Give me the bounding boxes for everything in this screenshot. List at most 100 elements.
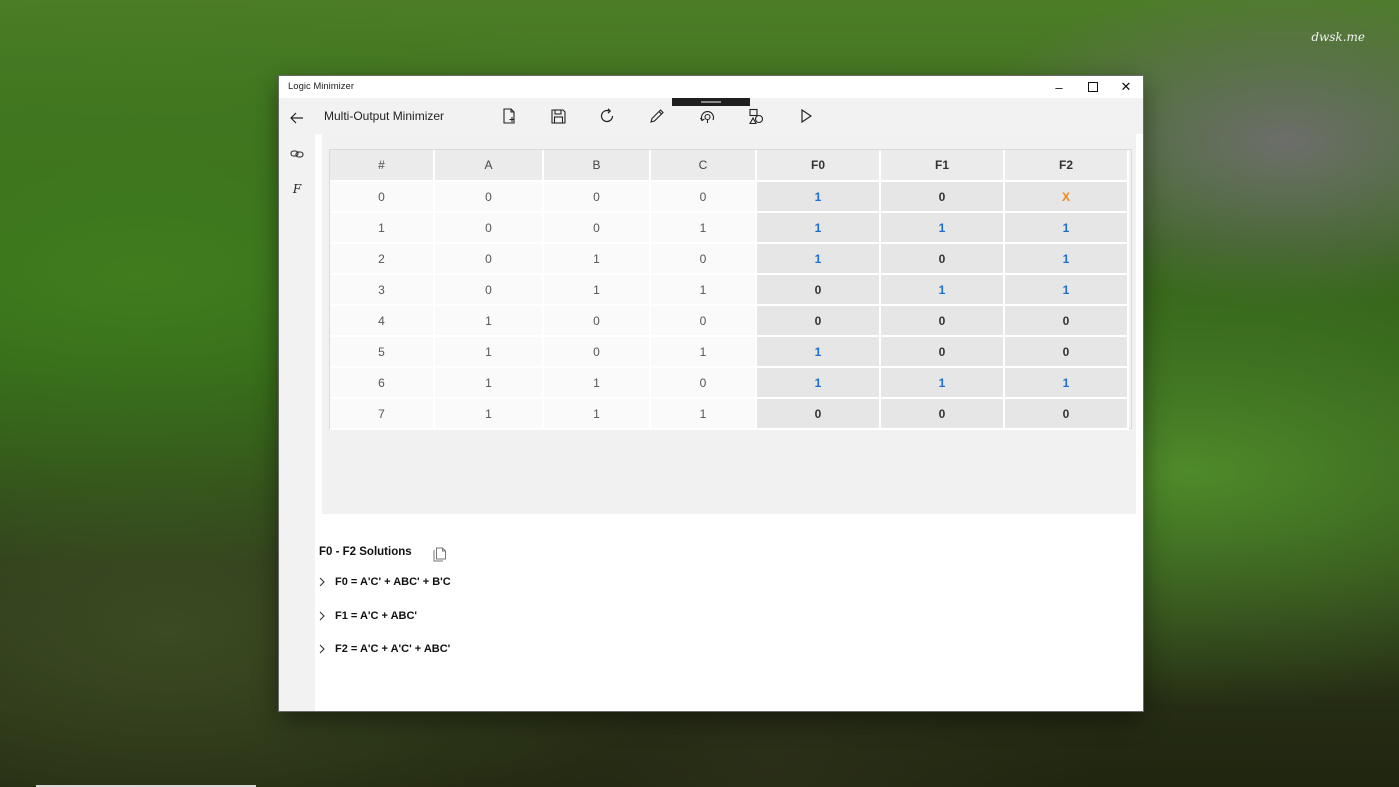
new-file-button[interactable] [493, 102, 525, 130]
row-index-cell: 6 [330, 367, 435, 399]
output-cell[interactable]: 0 [880, 398, 1005, 430]
input-cell: 0 [434, 181, 544, 213]
col-header-f2: F2 [1004, 150, 1129, 182]
output-cell[interactable]: 0 [1004, 336, 1129, 368]
row-index-cell: 2 [330, 243, 435, 275]
run-button[interactable] [790, 102, 822, 130]
input-cell: 0 [434, 243, 544, 275]
table-row: 7 1 1 1 0 0 0 [330, 398, 1129, 430]
input-cell: 1 [543, 367, 651, 399]
output-cell[interactable]: 1 [880, 274, 1005, 306]
row-index-cell: 0 [330, 181, 435, 213]
copy-solutions-button[interactable] [429, 544, 451, 564]
play-icon [801, 109, 812, 123]
output-cell[interactable]: 1 [756, 336, 881, 368]
maximize-button[interactable] [1076, 76, 1110, 98]
input-cell: 0 [434, 274, 544, 306]
input-cell: 1 [650, 336, 757, 368]
link-icon [290, 150, 304, 158]
input-cell: 1 [650, 398, 757, 430]
output-cell[interactable]: 0 [1004, 398, 1129, 430]
toolbar: Multi-Output Minimizer [315, 98, 1143, 134]
output-cell[interactable]: 0 [1004, 305, 1129, 337]
solution-item-f2[interactable]: F2 = A'C + A'C' + ABC' [317, 638, 450, 660]
input-cell: 1 [434, 367, 544, 399]
app-window: Logic Minimizer – ✕ F Multi-Output Minim… [279, 76, 1143, 711]
solutions-header: F0 - F2 Solutions [319, 546, 412, 558]
input-cell: 0 [543, 212, 651, 244]
chevron-right-icon [317, 611, 327, 621]
save-icon [550, 108, 566, 124]
input-cell: 1 [434, 305, 544, 337]
input-cell: 1 [434, 336, 544, 368]
refresh-icon [600, 108, 614, 123]
solution-item-f0[interactable]: F0 = A'C' + ABC' + B'C [317, 571, 451, 593]
random-button[interactable] [691, 102, 723, 130]
shapes-icon [748, 108, 763, 124]
output-cell[interactable]: 0 [756, 274, 881, 306]
function-icon: F [292, 182, 302, 196]
table-row: 2 0 1 0 1 0 1 [330, 243, 1129, 275]
solution-expression: F0 = A'C' + ABC' + B'C [335, 576, 451, 588]
chevron-right-icon [317, 577, 327, 587]
save-button[interactable] [542, 102, 574, 130]
output-cell[interactable]: 0 [880, 336, 1005, 368]
output-cell[interactable]: 1 [1004, 212, 1129, 244]
pencil-icon [650, 109, 664, 123]
edit-button[interactable] [641, 102, 673, 130]
back-button[interactable] [279, 101, 315, 135]
back-arrow-icon [290, 112, 303, 124]
input-cell: 1 [543, 243, 651, 275]
input-cell: 1 [543, 398, 651, 430]
col-header-c: C [650, 150, 757, 182]
table-row: 5 1 0 1 1 0 0 [330, 336, 1129, 368]
left-nav-rail: F [279, 98, 315, 711]
output-cell[interactable]: 0 [756, 305, 881, 337]
mode-title: Multi-Output Minimizer [324, 109, 445, 123]
table-row: 4 1 0 0 0 0 0 [330, 305, 1129, 337]
solution-item-f1[interactable]: F1 = A'C + ABC' [317, 605, 417, 627]
output-cell[interactable]: 0 [880, 243, 1005, 275]
output-cell[interactable]: 1 [1004, 274, 1129, 306]
table-row: 1 0 0 1 1 1 1 [330, 212, 1129, 244]
row-index-cell: 3 [330, 274, 435, 306]
col-header-f0: F0 [756, 150, 881, 182]
output-cell[interactable]: 1 [880, 367, 1005, 399]
solution-expression: F1 = A'C + ABC' [335, 610, 418, 622]
output-cell[interactable]: 1 [756, 212, 881, 244]
output-cell[interactable]: 0 [756, 398, 881, 430]
copy-icon [433, 547, 446, 561]
refresh-button[interactable] [591, 102, 623, 130]
table-row: 0 0 0 0 1 0 X [330, 181, 1129, 213]
solution-expression: F2 = A'C + A'C' + ABC' [335, 643, 451, 655]
input-cell: 0 [650, 367, 757, 399]
convert-button[interactable] [740, 102, 772, 130]
input-cell: 0 [650, 243, 757, 275]
row-index-cell: 4 [330, 305, 435, 337]
table-row: 3 0 1 1 0 1 1 [330, 274, 1129, 306]
link-nav-button[interactable] [279, 137, 315, 171]
output-cell[interactable]: 1 [1004, 243, 1129, 275]
output-cell[interactable]: 1 [756, 367, 881, 399]
output-cell[interactable]: 0 [880, 305, 1005, 337]
output-cell[interactable]: 1 [756, 243, 881, 275]
row-index-cell: 1 [330, 212, 435, 244]
function-nav-button[interactable]: F [279, 172, 315, 206]
row-index-cell: 5 [330, 336, 435, 368]
col-header-f1: F1 [880, 150, 1005, 182]
table-row: 6 1 1 0 1 1 1 [330, 367, 1129, 399]
output-cell[interactable]: 1 [1004, 367, 1129, 399]
output-cell[interactable]: 1 [880, 212, 1005, 244]
app-title: Logic Minimizer [288, 81, 354, 92]
minimize-button[interactable]: – [1042, 76, 1076, 98]
output-cell[interactable]: 1 [756, 181, 881, 213]
truth-table-panel: # A B C F0 F1 F2 0 0 0 0 1 0 X 1 0 0 1 1… [322, 134, 1136, 514]
col-header-index: # [330, 150, 435, 182]
row-index-cell: 7 [330, 398, 435, 430]
col-header-a: A [434, 150, 544, 182]
output-cell[interactable]: 0 [880, 181, 1005, 213]
maximize-icon [1088, 82, 1098, 92]
close-button[interactable]: ✕ [1109, 76, 1143, 98]
output-cell[interactable]: X [1004, 181, 1129, 213]
title-bar: Logic Minimizer – ✕ [279, 76, 1143, 98]
